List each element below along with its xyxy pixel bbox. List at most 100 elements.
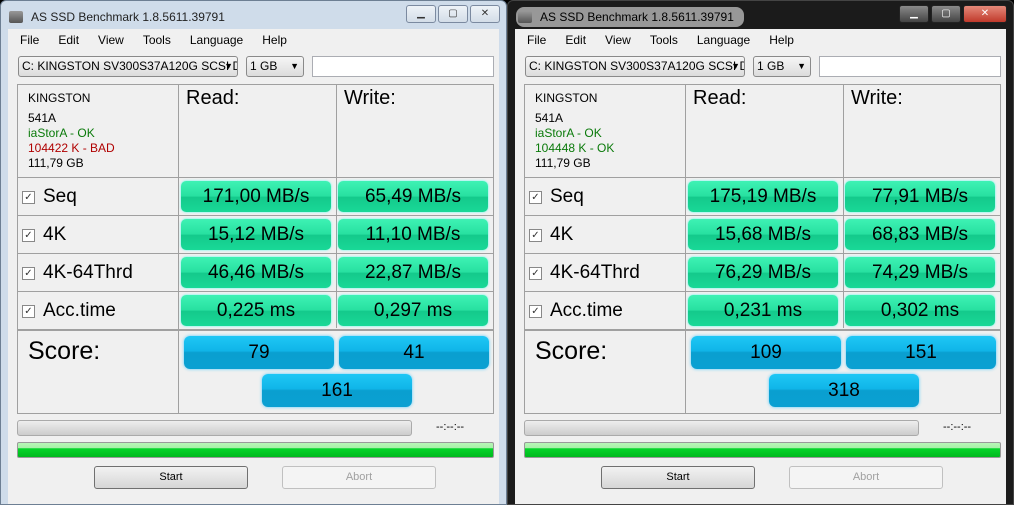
menu-edit[interactable]: Edit xyxy=(58,33,79,47)
close-button[interactable]: ✕ xyxy=(963,5,1007,23)
write-result: 0,302 ms xyxy=(845,295,995,326)
write-result: 65,49 MB/s xyxy=(338,181,488,212)
test-label: Acc.time xyxy=(43,300,116,321)
checkbox[interactable]: ✓ xyxy=(22,304,35,318)
chevron-down-icon: ▼ xyxy=(290,61,299,71)
window-title: AS SSD Benchmark 1.8.5611.39791 xyxy=(31,10,225,24)
size-select[interactable]: 1 GB ▼ xyxy=(246,56,304,77)
alignment-status: 104422 K - BAD xyxy=(28,141,115,155)
results-grid: KINGSTON 541A iaStorA - OK 104448 K - OK… xyxy=(524,84,1001,414)
score-total: 318 xyxy=(769,374,919,407)
chevron-down-icon: ▼ xyxy=(731,61,740,71)
read-result: 46,46 MB/s xyxy=(181,257,331,288)
test-seq: ✓ Seq xyxy=(22,186,77,208)
write-header: Write: xyxy=(344,87,396,109)
test-label: Acc.time xyxy=(550,300,623,321)
firmware: 541A xyxy=(535,111,564,125)
test-progress-bar xyxy=(524,420,919,436)
checkbox[interactable]: ✓ xyxy=(529,266,542,280)
write-result: 22,87 MB/s xyxy=(338,257,488,288)
title-bar: AS SSD Benchmark 1.8.5611.39791 xyxy=(9,7,225,27)
minimize-button[interactable]: ▁ xyxy=(899,5,929,23)
write-result: 68,83 MB/s xyxy=(845,219,995,250)
size-value: 1 GB xyxy=(757,59,785,73)
size-select[interactable]: 1 GB ▼ xyxy=(753,56,811,77)
divider xyxy=(18,291,493,292)
menu-file[interactable]: File xyxy=(20,33,39,47)
maximize-button[interactable]: ▢ xyxy=(931,5,961,23)
divider xyxy=(18,329,493,331)
test-progress-bar xyxy=(17,420,412,436)
read-result: 76,29 MB/s xyxy=(688,257,838,288)
menu-file[interactable]: File xyxy=(527,33,546,47)
menu-tools[interactable]: Tools xyxy=(143,33,171,47)
read-result: 171,00 MB/s xyxy=(181,181,331,212)
text-field[interactable] xyxy=(312,56,494,77)
maximize-button[interactable]: ▢ xyxy=(438,5,468,23)
start-button[interactable]: Start xyxy=(601,466,755,489)
menu-edit[interactable]: Edit xyxy=(565,33,586,47)
checkbox[interactable]: ✓ xyxy=(22,228,35,242)
as-ssd-window-1: AS SSD Benchmark 1.8.5611.39791 ▁ ▢ ✕ File… xyxy=(0,0,507,505)
divider xyxy=(525,291,1000,292)
client-area: File Edit View Tools Language Help C: KINGSTO… xyxy=(515,29,1006,504)
test-label: 4K-64Thrd xyxy=(43,262,133,283)
test-acctime: ✓ Acc.time xyxy=(529,300,623,322)
drive-select[interactable]: C: KINGSTON SV300S37A120G SCSI Di: ▼ xyxy=(18,56,238,77)
elapsed-time: --:--:-- xyxy=(436,421,465,433)
test-4k: ✓ 4K xyxy=(22,224,66,246)
elapsed-time: --:--:-- xyxy=(943,421,972,433)
checkbox[interactable]: ✓ xyxy=(529,304,542,318)
abort-button[interactable]: Abort xyxy=(789,466,943,489)
menu-bar: File Edit View Tools Language Help xyxy=(527,33,813,47)
test-4k: ✓ 4K xyxy=(529,224,573,246)
drive-model: KINGSTON xyxy=(535,91,598,105)
score-write: 41 xyxy=(339,336,489,369)
app-icon xyxy=(9,11,23,23)
divider xyxy=(178,85,179,413)
menu-help[interactable]: Help xyxy=(262,33,287,47)
drive-select[interactable]: C: KINGSTON SV300S37A120G SCSI Di: ▼ xyxy=(525,56,745,77)
checkbox[interactable]: ✓ xyxy=(529,190,542,204)
divider xyxy=(525,329,1000,331)
close-button[interactable]: ✕ xyxy=(470,5,500,23)
score-label: Score: xyxy=(535,337,608,365)
menu-help[interactable]: Help xyxy=(769,33,794,47)
as-ssd-window-2: AS SSD Benchmark 1.8.5611.39791 ▁ ▢ ✕ File… xyxy=(507,0,1014,505)
menu-bar: File Edit View Tools Language Help xyxy=(20,33,306,47)
checkbox[interactable]: ✓ xyxy=(22,190,35,204)
test-label: Seq xyxy=(550,186,584,207)
menu-view[interactable]: View xyxy=(605,33,631,47)
overall-progress-bar xyxy=(17,442,494,458)
capacity: 111,79 GB xyxy=(535,156,591,170)
divider xyxy=(525,177,1000,178)
test-4k64thrd: ✓ 4K-64Thrd xyxy=(22,262,133,284)
divider xyxy=(685,85,686,413)
divider xyxy=(18,215,493,216)
write-result: 77,91 MB/s xyxy=(845,181,995,212)
menu-view[interactable]: View xyxy=(98,33,124,47)
size-value: 1 GB xyxy=(250,59,278,73)
menu-language[interactable]: Language xyxy=(697,33,750,47)
chevron-down-icon: ▼ xyxy=(224,61,233,71)
start-button[interactable]: Start xyxy=(94,466,248,489)
menu-language[interactable]: Language xyxy=(190,33,243,47)
checkbox[interactable]: ✓ xyxy=(529,228,542,242)
divider xyxy=(18,177,493,178)
results-grid: KINGSTON 541A iaStorA - OK 104422 K - BA… xyxy=(17,84,494,414)
drive-value: C: KINGSTON SV300S37A120G SCSI Di: xyxy=(529,59,745,73)
drive-model: KINGSTON xyxy=(28,91,91,105)
overall-progress-bar xyxy=(524,442,1001,458)
abort-button[interactable]: Abort xyxy=(282,466,436,489)
menu-tools[interactable]: Tools xyxy=(650,33,678,47)
write-result: 0,297 ms xyxy=(338,295,488,326)
drive-info: KINGSTON 541A iaStorA - OK 104422 K - BA… xyxy=(28,91,115,171)
drive-value: C: KINGSTON SV300S37A120G SCSI Di: xyxy=(22,59,238,73)
test-seq: ✓ Seq xyxy=(529,186,584,208)
minimize-button[interactable]: ▁ xyxy=(406,5,436,23)
text-field[interactable] xyxy=(819,56,1001,77)
chevron-down-icon: ▼ xyxy=(797,61,806,71)
firmware: 541A xyxy=(28,111,57,125)
checkbox[interactable]: ✓ xyxy=(22,266,35,280)
read-result: 15,12 MB/s xyxy=(181,219,331,250)
